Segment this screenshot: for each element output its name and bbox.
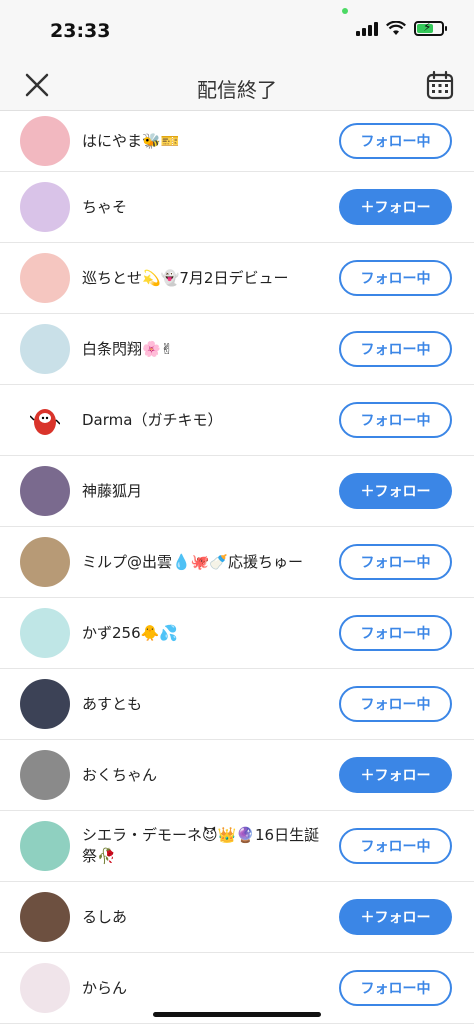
follow-button[interactable]: フォロー中 xyxy=(339,402,452,438)
list-item[interactable]: シエラ・デモーネ😈👑🔮16日生誕祭🥀 フォロー中 xyxy=(0,811,474,882)
list-item[interactable]: 神藤狐月 ＋フォロー xyxy=(0,456,474,527)
avatar[interactable] xyxy=(20,608,70,658)
avatar[interactable] xyxy=(20,679,70,729)
cellular-signal-icon xyxy=(356,20,378,36)
follow-button[interactable]: フォロー中 xyxy=(339,686,452,722)
follow-button[interactable]: ＋フォロー xyxy=(339,757,452,793)
list-item[interactable]: ちゃそ ＋フォロー xyxy=(0,172,474,243)
list-item[interactable]: るしあ ＋フォロー xyxy=(0,882,474,953)
user-name: ちゃそ xyxy=(82,197,128,216)
follow-button[interactable]: フォロー中 xyxy=(339,544,452,580)
user-name: 神藤狐月 xyxy=(82,481,143,500)
list-item[interactable]: おくちゃん ＋フォロー xyxy=(0,740,474,811)
user-name: おくちゃん xyxy=(82,765,158,784)
user-name: からん xyxy=(82,978,128,997)
user-name: あすとも xyxy=(82,694,143,713)
list-item[interactable]: ミルプ@出雲💧🐙🍼応援ちゅー フォロー中 xyxy=(0,527,474,598)
user-name: るしあ xyxy=(82,907,128,926)
user-name: かず256🐥💦 xyxy=(82,623,178,642)
battery-icon: ⚡ xyxy=(414,20,447,36)
status-time: 23:33 xyxy=(50,20,111,42)
avatar[interactable] xyxy=(20,116,70,166)
user-name: 巡ちとせ💫👻7月2日デビュー xyxy=(82,268,289,287)
status-bar: 23:33 ⚡ xyxy=(0,0,474,62)
follow-button[interactable]: ＋フォロー xyxy=(339,473,452,509)
nav-bar: 配信終了 xyxy=(0,62,474,111)
page-title: 配信終了 xyxy=(197,78,277,102)
user-name: 白条閃翔🌸✌ xyxy=(82,339,174,358)
avatar[interactable] xyxy=(20,324,70,374)
user-name: はにやま🐝🎫 xyxy=(82,131,180,150)
follow-button[interactable]: フォロー中 xyxy=(339,615,452,651)
follow-button[interactable]: フォロー中 xyxy=(339,260,452,296)
follow-button[interactable]: ＋フォロー xyxy=(339,189,452,225)
home-indicator[interactable] xyxy=(153,1012,321,1017)
user-name: Darma（ガチキモ） xyxy=(82,410,223,429)
user-name: ミルプ@出雲💧🐙🍼応援ちゅー xyxy=(82,552,304,571)
avatar[interactable] xyxy=(20,466,70,516)
follow-button[interactable]: フォロー中 xyxy=(339,331,452,367)
avatar[interactable] xyxy=(20,892,70,942)
daruma-icon xyxy=(30,409,60,435)
follow-button[interactable]: フォロー中 xyxy=(339,970,452,1006)
list-item[interactable]: 白条閃翔🌸✌ フォロー中 xyxy=(0,314,474,385)
user-name: シエラ・デモーネ😈👑🔮16日生誕祭🥀 xyxy=(82,826,320,865)
wifi-icon xyxy=(386,20,406,35)
status-icons: ⚡ xyxy=(356,20,447,36)
avatar[interactable] xyxy=(20,750,70,800)
follow-button[interactable]: ＋フォロー xyxy=(339,899,452,935)
follow-button[interactable]: フォロー中 xyxy=(339,123,452,159)
avatar[interactable] xyxy=(20,253,70,303)
list-item[interactable]: かず256🐥💦 フォロー中 xyxy=(0,598,474,669)
camera-indicator-dot xyxy=(342,8,348,14)
calendar-icon[interactable] xyxy=(426,70,454,100)
list-item[interactable]: 巡ちとせ💫👻7月2日デビュー フォロー中 xyxy=(0,243,474,314)
avatar[interactable] xyxy=(20,963,70,1013)
user-list: はにやま🐝🎫 フォロー中 ちゃそ ＋フォロー 巡ちとせ💫👻7月2日デビュー フォ… xyxy=(0,111,474,1024)
list-item[interactable]: Darma（ガチキモ） フォロー中 xyxy=(0,385,474,456)
follow-button[interactable]: フォロー中 xyxy=(339,828,452,864)
avatar[interactable] xyxy=(20,395,70,445)
avatar[interactable] xyxy=(20,537,70,587)
avatar[interactable] xyxy=(20,821,70,871)
avatar[interactable] xyxy=(20,182,70,232)
list-item[interactable]: はにやま🐝🎫 フォロー中 xyxy=(0,111,474,172)
list-item[interactable]: あすとも フォロー中 xyxy=(0,669,474,740)
